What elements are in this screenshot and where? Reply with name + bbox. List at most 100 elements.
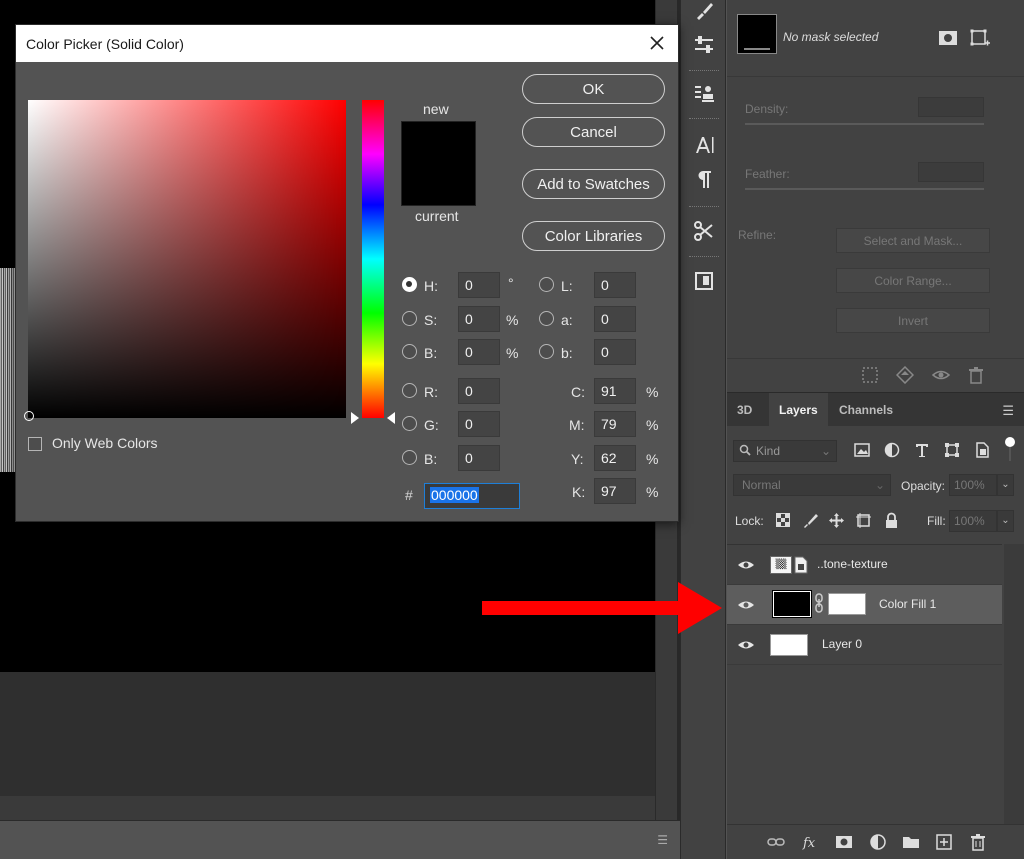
disable-mask-icon[interactable] (932, 366, 950, 384)
cyan-unit: % (646, 384, 659, 400)
black-input[interactable]: 97 (594, 478, 636, 504)
pixel-mask-icon[interactable] (937, 27, 959, 49)
paragraph-icon[interactable] (687, 162, 721, 196)
fx-icon[interactable]: fx (802, 833, 820, 851)
blend-mode-select[interactable]: Normal ⌄ (733, 474, 891, 496)
group-icon[interactable] (902, 833, 920, 851)
adjustment-filter-icon[interactable] (883, 441, 901, 459)
a-channel-radio[interactable] (539, 311, 554, 326)
delete-mask-icon[interactable] (967, 366, 985, 384)
tab-layers[interactable]: Layers (769, 393, 828, 427)
close-icon[interactable] (648, 34, 666, 52)
color-range-button[interactable]: Color Range... (836, 268, 990, 293)
vector-mask-icon[interactable] (969, 27, 991, 49)
layer-mask-thumbnail[interactable] (828, 593, 866, 615)
a-channel-input[interactable]: 0 (594, 306, 636, 332)
filter-toggle[interactable] (1005, 437, 1015, 461)
delete-layer-icon[interactable] (969, 833, 987, 851)
invert-button[interactable]: Invert (836, 308, 990, 333)
feather-slider[interactable] (745, 188, 984, 190)
lock-artboard-icon[interactable] (855, 512, 872, 529)
panel-menu-icon[interactable]: ☰ (1002, 403, 1014, 419)
layer-row-tone-texture[interactable]: ▒▒ ..tone-texture (727, 545, 1002, 585)
blue-input[interactable]: 0 (458, 445, 500, 471)
tab-3d[interactable]: 3D (727, 393, 762, 427)
b-channel-label: b: (561, 345, 573, 361)
color-libraries-button[interactable]: Color Libraries (522, 221, 665, 251)
red-input[interactable]: 0 (458, 378, 500, 404)
cancel-button[interactable]: Cancel (522, 117, 665, 147)
yellow-input[interactable]: 62 (594, 445, 636, 471)
lightness-input[interactable]: 0 (594, 272, 636, 298)
tab-channels[interactable]: Channels (829, 393, 903, 427)
select-and-mask-button[interactable]: Select and Mask... (836, 228, 990, 253)
color-field[interactable] (28, 100, 346, 418)
pixel-filter-icon[interactable] (853, 441, 871, 459)
link-layers-icon[interactable] (767, 833, 785, 851)
hue-slider-handle-left[interactable] (351, 412, 359, 424)
fill-label: Fill: (927, 514, 946, 528)
add-to-swatches-button[interactable]: Add to Swatches (522, 169, 665, 199)
visibility-eye-icon[interactable] (737, 637, 755, 653)
b-channel-radio[interactable] (539, 344, 554, 359)
ok-button[interactable]: OK (522, 74, 665, 104)
shape-filter-icon[interactable] (943, 441, 961, 459)
lock-pixels-icon[interactable] (802, 512, 819, 529)
saturation-radio[interactable] (402, 311, 417, 326)
lock-all-icon[interactable] (883, 512, 900, 529)
lock-position-icon[interactable] (828, 512, 845, 529)
dialog-titlebar[interactable]: Color Picker (Solid Color) (16, 25, 678, 62)
brightness-radio[interactable] (402, 344, 417, 359)
adjustment-layer-icon[interactable] (869, 833, 887, 851)
smart-object-filter-icon[interactable] (973, 441, 991, 459)
red-radio[interactable] (402, 383, 417, 398)
magenta-input[interactable]: 79 (594, 411, 636, 437)
status-menu-icon[interactable]: ☰ (657, 833, 668, 847)
color-field-marker[interactable] (24, 411, 34, 421)
opacity-field[interactable]: 100% (949, 474, 997, 496)
current-color-swatch[interactable] (401, 165, 476, 206)
saturation-input[interactable]: 0 (458, 306, 500, 332)
layer-row-color-fill-1[interactable]: Color Fill 1 (727, 585, 1002, 625)
chevron-down-icon: ⌄ (874, 478, 885, 492)
chain-link-icon[interactable] (814, 593, 824, 613)
density-field[interactable] (918, 97, 984, 117)
fill-field[interactable]: 100% (949, 510, 997, 532)
fill-dropdown-icon[interactable]: ⌄ (997, 510, 1014, 532)
lightness-radio[interactable] (539, 277, 554, 292)
new-layer-icon[interactable] (935, 833, 953, 851)
brush-settings-icon[interactable] (687, 0, 721, 28)
brightness-input[interactable]: 0 (458, 339, 500, 365)
blue-radio[interactable] (402, 450, 417, 465)
hue-slider-handle-right[interactable] (387, 412, 395, 424)
load-selection-icon[interactable] (861, 366, 879, 384)
add-mask-icon[interactable] (835, 833, 853, 851)
hex-input[interactable]: 000000 (424, 483, 520, 509)
fill-color-thumbnail[interactable] (772, 590, 812, 618)
artboard-icon[interactable] (687, 264, 721, 298)
layer-row-layer-0[interactable]: Layer 0 (727, 625, 1002, 665)
hue-slider[interactable] (362, 100, 384, 418)
density-slider[interactable] (745, 123, 984, 125)
feather-field[interactable] (918, 162, 984, 182)
character-icon[interactable] (687, 128, 721, 162)
clone-source-icon[interactable] (687, 76, 721, 110)
cyan-input[interactable]: 91 (594, 378, 636, 404)
visibility-eye-icon[interactable] (737, 557, 755, 573)
hue-input[interactable]: 0 (458, 272, 500, 298)
opacity-dropdown-icon[interactable]: ⌄ (997, 474, 1014, 496)
apply-mask-icon[interactable] (896, 366, 914, 384)
green-input[interactable]: 0 (458, 411, 500, 437)
hue-radio[interactable] (402, 277, 417, 292)
adjustments-icon[interactable] (687, 28, 721, 62)
tool-presets-icon[interactable] (687, 214, 721, 248)
lock-transparent-icon[interactable] (775, 512, 792, 529)
canvas-horizontal-scrollbar[interactable] (0, 796, 655, 820)
visibility-eye-icon[interactable] (737, 597, 755, 613)
b-channel-input[interactable]: 0 (594, 339, 636, 365)
green-radio[interactable] (402, 416, 417, 431)
layers-scrollbar[interactable] (1004, 544, 1024, 824)
filter-kind-select[interactable]: Kind ⌄ (733, 440, 837, 462)
checkbox[interactable] (28, 437, 42, 451)
type-filter-icon[interactable] (913, 441, 931, 459)
